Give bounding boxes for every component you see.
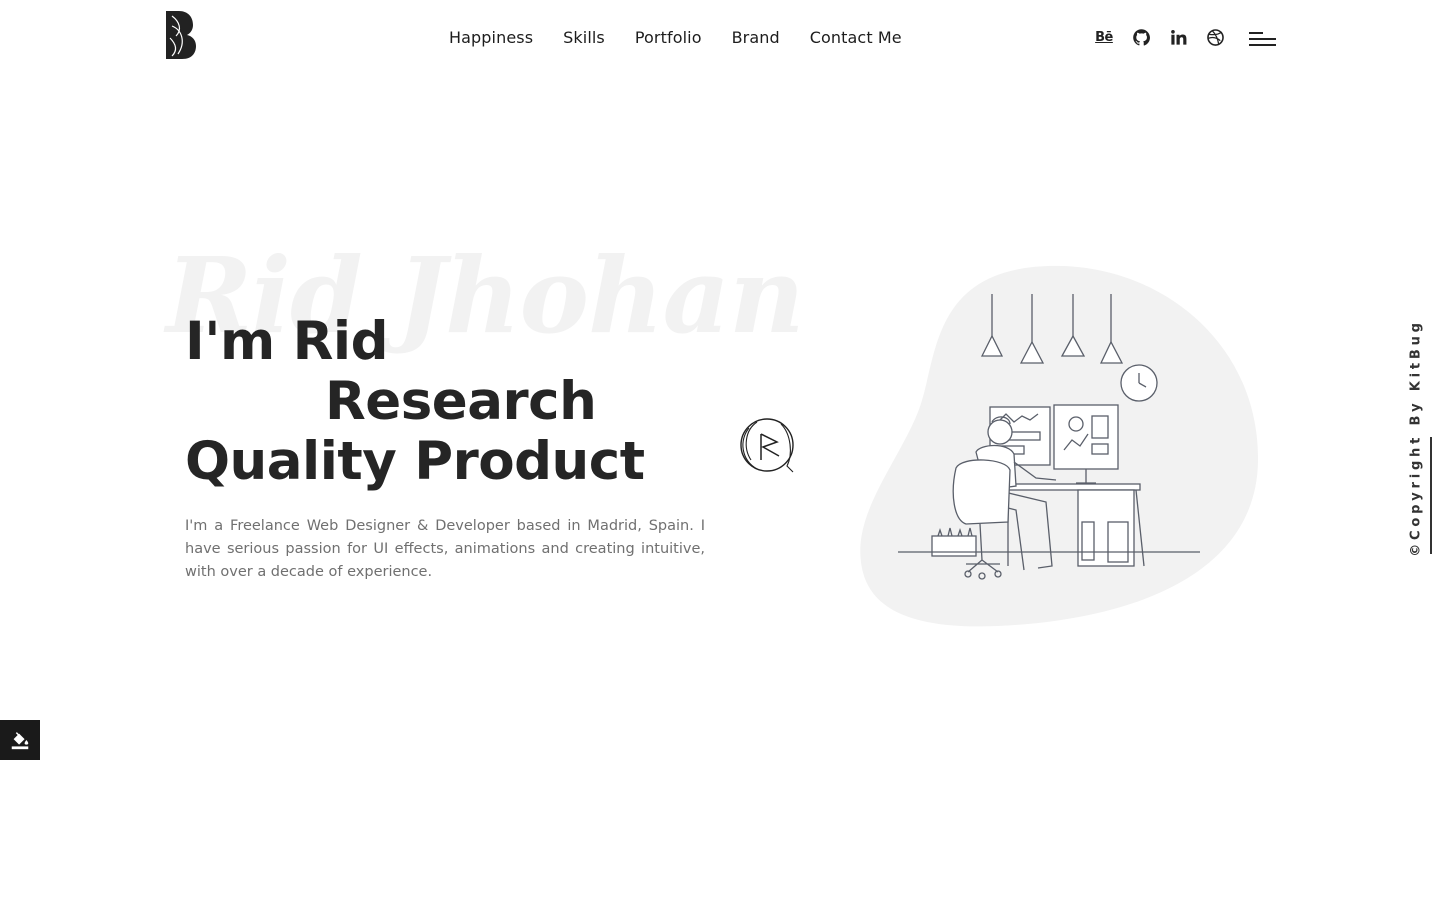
headline-line-2: Research [325,371,597,432]
nav-link-portfolio[interactable]: Portfolio [635,28,702,47]
github-icon[interactable] [1131,26,1151,48]
nav-link-skills[interactable]: Skills [563,28,605,47]
nav-link-happiness[interactable]: Happiness [449,28,533,47]
hero-intro-text: I'm a Freelance Web Designer & Developer… [185,518,705,580]
linkedin-icon[interactable] [1168,26,1188,48]
nav-link-brand[interactable]: Brand [732,28,780,47]
hero-headline: I'm Rid Research Quality Product [185,312,645,492]
workspace-illustration [898,294,1200,580]
dribbble-icon[interactable] [1205,26,1225,48]
main-nav: Happiness Skills Portfolio Brand Contact… [449,28,902,47]
headline-line-1: I'm Rid [185,311,389,372]
scroll-indicator-line [1430,437,1432,554]
hamburger-menu-icon[interactable] [1249,30,1276,48]
copyright-vertical-text: ©Copyright By KitBug [1408,319,1424,557]
headline-line-3: Quality Product [185,431,645,492]
circle-logo-icon [737,414,797,476]
theme-color-button[interactable] [0,720,40,760]
brand-logo[interactable] [160,8,202,64]
paint-bucket-icon [11,732,29,750]
brand-logo-mark [166,11,196,59]
nav-link-contact-me[interactable]: Contact Me [810,28,902,47]
behance-icon[interactable]: Bē [1094,26,1114,48]
social-links: Bē [1094,26,1225,48]
